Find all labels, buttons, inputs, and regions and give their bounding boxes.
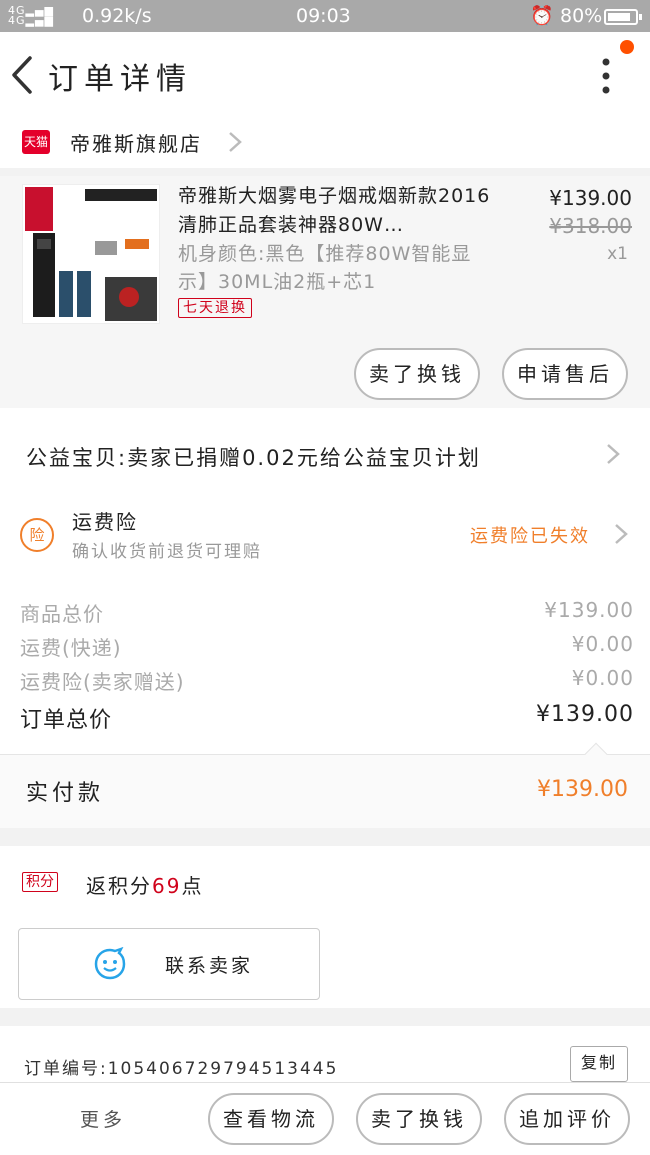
product-title[interactable]: 帝雅斯大烟雾电子烟戒烟新款2016清肺正品套装神器80W… [178,182,498,240]
network-speed: 0.92k/s [82,5,152,27]
nav-bar: 订单详情 [0,32,650,118]
shipping-insurance-row[interactable]: 险 运费险 确认收货前退货可理赔 运费险已失效 [0,490,650,578]
summary-value: ¥0.00 [571,666,634,690]
summary-label: 运费险(卖家赠送) [20,670,185,694]
product-original-price: ¥318.00 [549,214,632,238]
summary-label: 运费(快递) [20,636,122,660]
more-menu-icon[interactable] [592,56,620,96]
points-prefix: 返积分 [86,874,152,898]
bottom-action-bar: 更多 查看物流 卖了换钱 追加评价 [0,1082,650,1155]
points-count: 69 [152,874,182,898]
add-review-button[interactable]: 追加评价 [504,1093,630,1145]
charity-row[interactable]: 公益宝贝:卖家已捐赠0.02元给公益宝贝计划 [0,408,650,498]
insurance-name: 运费险 [72,510,138,534]
points-section: 积分 返积分69点 联系卖家 [0,846,650,1008]
product-sku: 机身颜色:黑色【推荐80W智能显示】30ML油2瓶+芯1 [178,243,472,293]
contact-seller-label: 联系卖家 [165,955,254,977]
summary-row: 商品总价 ¥139.00 [20,598,634,627]
store-name: 帝雅斯旗舰店 [70,132,202,156]
points-suffix: 点 [181,874,204,898]
clock: 09:03 [296,5,351,27]
tmall-badge: 天猫 [22,130,50,154]
order-total-label: 订单总价 [20,708,113,733]
product-price: ¥139.00 [549,186,632,210]
back-arrow-icon[interactable] [4,52,40,98]
page-title: 订单详情 [48,62,192,97]
battery-percent: 80% [560,5,603,27]
store-row[interactable]: 天猫 帝雅斯旗舰店 [0,118,650,168]
points-text: 返积分69点 [86,870,203,899]
summary-value: ¥139.00 [544,598,634,622]
summary-label: 商品总价 [20,602,104,626]
insurance-desc: 确认收货前退货可理赔 [72,542,262,562]
signal-icon: 4G▂▄▆ 4G▂▄▆ [8,4,54,27]
summary-row: 运费险(卖家赠送) ¥0.00 [20,666,634,695]
more-button[interactable]: 更多 [80,1105,126,1132]
charity-text: 公益宝贝:卖家已捐赠0.02元给公益宝贝计划 [26,446,481,470]
paid-label: 实付款 [26,781,105,806]
product-card[interactable]: 帝雅斯大烟雾电子烟戒烟新款2016清肺正品套装神器80W… 机身颜色:黑色【推荐… [0,176,650,408]
order-total-row: 订单总价 ¥139.00 [20,702,634,734]
insurance-status: 运费险已失效 [470,526,590,547]
after-sales-button[interactable]: 申请售后 [502,348,628,400]
resell-button-bottom[interactable]: 卖了换钱 [356,1093,482,1145]
order-number: 订单编号:1054067297945134​45 [24,1059,339,1079]
paid-value: ¥139.00 [537,777,628,802]
chevron-right-icon [229,132,242,152]
status-bar: 4G▂▄▆ 4G▂▄▆ 0.92k/s 09:03 ⏰ 80% [0,0,650,32]
summary-row: 运费(快递) ¥0.00 [20,632,634,661]
insurance-icon: 险 [20,518,54,552]
alarm-icon: ⏰ [530,5,554,27]
price-summary: 商品总价 ¥139.00 运费(快递) ¥0.00 运费险(卖家赠送) ¥0.0… [0,578,650,754]
view-logistics-button[interactable]: 查看物流 [208,1093,334,1145]
chevron-right-icon [615,524,628,544]
summary-value: ¥0.00 [571,632,634,656]
order-total-value: ¥139.00 [536,702,634,727]
points-tag: 积分 [22,872,58,892]
chevron-right-icon [607,444,620,464]
chat-face-icon [94,947,126,980]
product-quantity: x1 [607,244,628,264]
return-badge: 七天退换 [178,298,252,318]
product-image[interactable] [22,184,160,324]
notification-dot [620,40,634,54]
resell-button[interactable]: 卖了换钱 [354,348,480,400]
contact-seller-button[interactable]: 联系卖家 [18,928,320,1000]
battery-icon [604,9,642,25]
paid-amount-row: 实付款 ¥139.00 [0,742,650,828]
copy-button[interactable]: 复制 [570,1046,628,1082]
